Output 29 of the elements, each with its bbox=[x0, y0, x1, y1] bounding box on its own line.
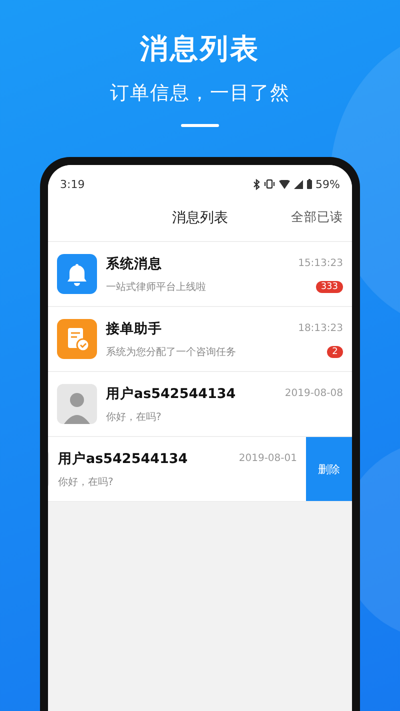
battery-percentage: 59% bbox=[316, 178, 340, 190]
battery-icon bbox=[306, 179, 312, 189]
message-time: 2019-08-08 bbox=[284, 388, 343, 399]
message-time: 18:13:23 bbox=[298, 323, 343, 334]
vibrate-icon bbox=[264, 179, 275, 189]
screen-title: 消息列表 bbox=[172, 209, 228, 227]
banner-title: 消息列表 bbox=[140, 31, 260, 67]
unread-count: 333 bbox=[316, 280, 343, 292]
message-time: 15:13:23 bbox=[298, 258, 343, 269]
bell-icon bbox=[57, 254, 97, 294]
message-preview: 系统为您分配了一个咨询任务 bbox=[106, 346, 236, 358]
avatar-placeholder bbox=[57, 384, 97, 424]
unread-count: 2 bbox=[327, 346, 343, 358]
sender-name: 用户as542544134 bbox=[58, 450, 188, 468]
banner-subtitle: 订单信息，一目了然 bbox=[110, 81, 290, 106]
signal-icon bbox=[294, 180, 303, 188]
sender-name: 接单助手 bbox=[106, 320, 162, 338]
sender-name: 用户as542544134 bbox=[106, 384, 236, 402]
title-underline bbox=[181, 124, 219, 127]
sender-name: 系统消息 bbox=[106, 254, 162, 272]
message-time: 2019-08-01 bbox=[238, 453, 297, 464]
message-preview: 你好，在吗? bbox=[58, 476, 114, 488]
mark-all-read-button[interactable]: 全部已读 bbox=[291, 209, 343, 226]
message-preview: 一站式律师平台上线啦 bbox=[106, 280, 206, 294]
message-preview: 你好，在吗? bbox=[106, 410, 162, 424]
status-time: 3:19 bbox=[60, 178, 85, 190]
wifi-icon bbox=[278, 180, 290, 188]
document-check-icon bbox=[57, 319, 97, 359]
bluetooth-icon bbox=[252, 178, 260, 190]
